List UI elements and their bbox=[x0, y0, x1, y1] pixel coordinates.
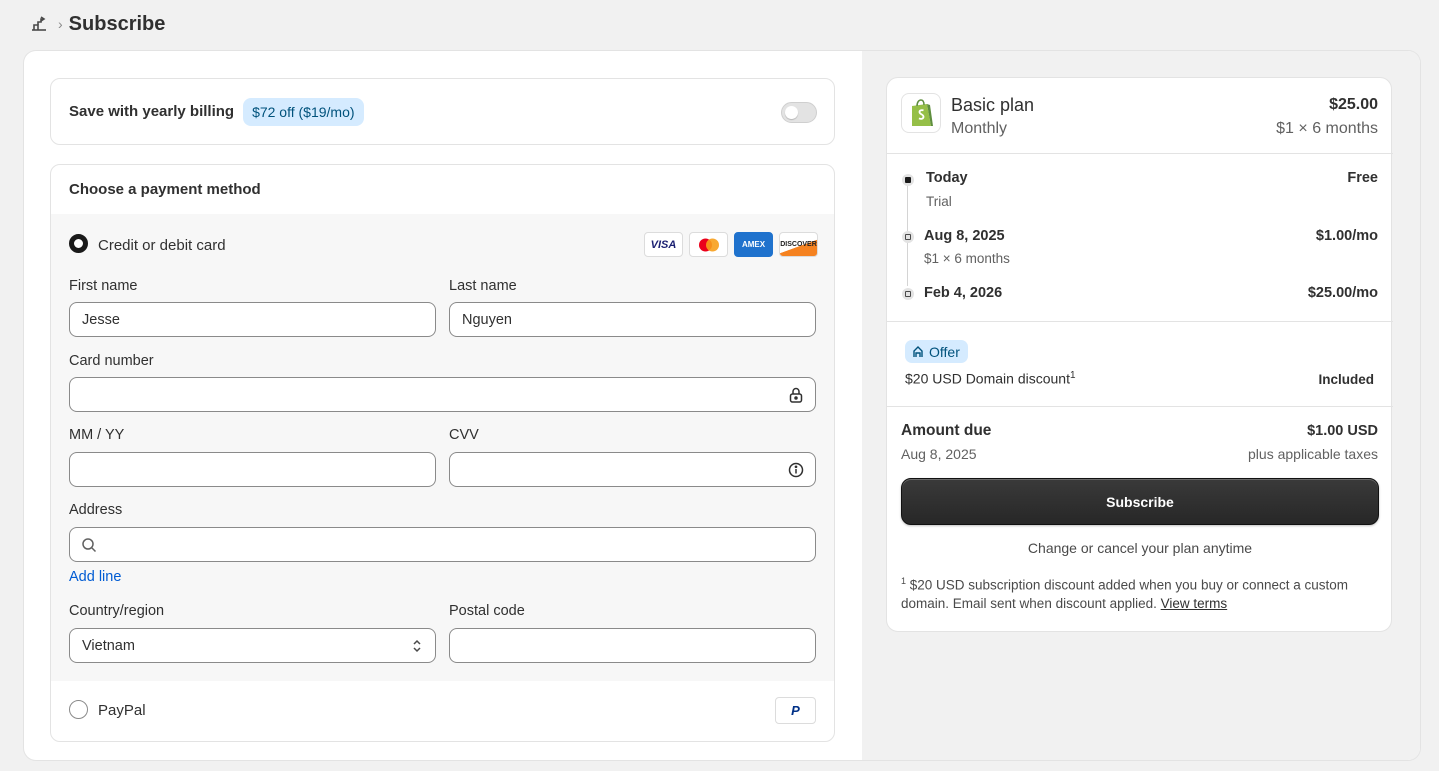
tax-note: plus applicable taxes bbox=[1248, 446, 1378, 462]
amex-icon: AMEX bbox=[734, 232, 773, 257]
yearly-discount-badge: $72 off ($19/mo) bbox=[243, 97, 364, 126]
order-summary-card: Basic plan Monthly $25.00 $1 × 6 months … bbox=[886, 77, 1393, 632]
discover-icon: DISCOVER bbox=[779, 232, 818, 257]
timeline-label-trial-end: Aug 8, 2025 bbox=[924, 228, 1005, 244]
plan-terms: $1 × 6 months bbox=[1276, 120, 1378, 137]
discount-footnote: 1 $20 USD subscription discount added wh… bbox=[901, 572, 1383, 613]
card-number-label: Card number bbox=[69, 353, 154, 369]
timeline-label-today: Today bbox=[926, 170, 968, 186]
amount-due-label: Amount due bbox=[901, 422, 992, 439]
store-home-icon[interactable] bbox=[30, 15, 48, 33]
payment-method-card: Choose a payment method Credit or debit … bbox=[50, 164, 835, 742]
offer-badge: Offer bbox=[905, 340, 968, 363]
first-name-label: First name bbox=[69, 278, 138, 294]
expiry-input[interactable] bbox=[69, 452, 436, 487]
timeline-value-today: Free bbox=[1347, 170, 1378, 186]
select-chevron-icon bbox=[411, 638, 423, 658]
country-select[interactable]: Vietnam bbox=[69, 628, 436, 663]
country-value: Vietnam bbox=[82, 637, 135, 654]
postal-code-label: Postal code bbox=[449, 603, 525, 619]
timeline-sub-today: Trial bbox=[926, 194, 952, 209]
amount-due-value: $1.00 USD bbox=[1307, 423, 1378, 439]
yearly-billing-toggle[interactable] bbox=[781, 102, 817, 123]
last-name-label: Last name bbox=[449, 278, 517, 294]
offer-badge-label: Offer bbox=[929, 343, 960, 360]
lock-icon bbox=[788, 387, 804, 403]
offer-footnote-marker: 1 bbox=[1069, 370, 1076, 381]
timeline-value-renewal: $25.00/mo bbox=[1307, 285, 1378, 301]
card-brands: VISA AMEX DISCOVER bbox=[644, 232, 818, 257]
change-plan-note: Change or cancel your plan anytime bbox=[1027, 540, 1253, 556]
cvv-label: CVV bbox=[449, 427, 479, 443]
breadcrumb-separator-icon: › bbox=[58, 16, 63, 32]
country-label: Country/region bbox=[69, 603, 165, 619]
view-terms-link[interactable]: View terms bbox=[1161, 596, 1228, 611]
address-input[interactable] bbox=[69, 527, 816, 562]
add-line-link[interactable]: Add line bbox=[69, 569, 121, 585]
yearly-billing-card: Save with yearly billing $72 off ($19/mo… bbox=[50, 78, 835, 145]
postal-code-input[interactable] bbox=[449, 628, 816, 663]
paypal-option-label[interactable]: PayPal bbox=[98, 702, 146, 719]
plan-price: $25.00 bbox=[1329, 96, 1378, 113]
first-name-input[interactable]: Jesse bbox=[69, 302, 436, 337]
payment-method-title: Choose a payment method bbox=[69, 181, 261, 198]
card-option-label[interactable]: Credit or debit card bbox=[98, 237, 226, 254]
visa-icon: VISA bbox=[644, 232, 683, 257]
divider bbox=[887, 406, 1393, 407]
amount-due-date: Aug 8, 2025 bbox=[901, 446, 977, 462]
card-payment-section: Credit or debit card VISA AMEX DISCOVER … bbox=[51, 214, 834, 681]
address-label: Address bbox=[69, 502, 123, 518]
paypal-option-radio[interactable] bbox=[69, 700, 88, 719]
expiry-label: MM / YY bbox=[69, 427, 125, 443]
checkout-container: Save with yearly billing $72 off ($19/mo… bbox=[24, 51, 1420, 760]
yearly-billing-label: Save with yearly billing bbox=[69, 103, 235, 120]
info-icon[interactable] bbox=[788, 462, 804, 478]
timeline-dot-today-icon bbox=[902, 174, 914, 186]
timeline-sub-trial-end: $1 × 6 months bbox=[924, 251, 1010, 266]
shopify-bag-icon bbox=[901, 93, 941, 133]
divider bbox=[887, 153, 1393, 154]
card-option-radio[interactable] bbox=[69, 234, 88, 253]
timeline-label-renewal: Feb 4, 2026 bbox=[924, 285, 1003, 301]
timeline-value-trial-end: $1.00/mo bbox=[1315, 228, 1378, 244]
timeline-dot-renewal-icon bbox=[902, 288, 914, 300]
last-name-input[interactable]: Nguyen bbox=[449, 302, 816, 337]
mastercard-icon bbox=[689, 232, 728, 257]
tag-icon bbox=[913, 345, 923, 357]
subscribe-button[interactable]: Subscribe bbox=[901, 478, 1379, 525]
divider bbox=[887, 321, 1393, 322]
paypal-icon: P bbox=[775, 697, 816, 724]
plan-cycle: Monthly bbox=[951, 120, 1008, 137]
card-number-input[interactable] bbox=[69, 377, 816, 412]
footnote-text: $20 USD subscription discount added when… bbox=[901, 577, 1349, 611]
offer-value: Included bbox=[1318, 372, 1374, 387]
timeline-dot-trial-end-icon bbox=[902, 231, 914, 243]
offer-text: $20 USD Domain discount bbox=[905, 370, 1070, 387]
page-title: Subscribe bbox=[68, 12, 166, 35]
offer-description: $20 USD Domain discount1 bbox=[905, 370, 1076, 387]
plan-name: Basic plan bbox=[951, 95, 1035, 115]
search-icon bbox=[81, 537, 97, 553]
page-header: › Subscribe bbox=[30, 10, 165, 38]
cvv-input[interactable] bbox=[449, 452, 816, 487]
